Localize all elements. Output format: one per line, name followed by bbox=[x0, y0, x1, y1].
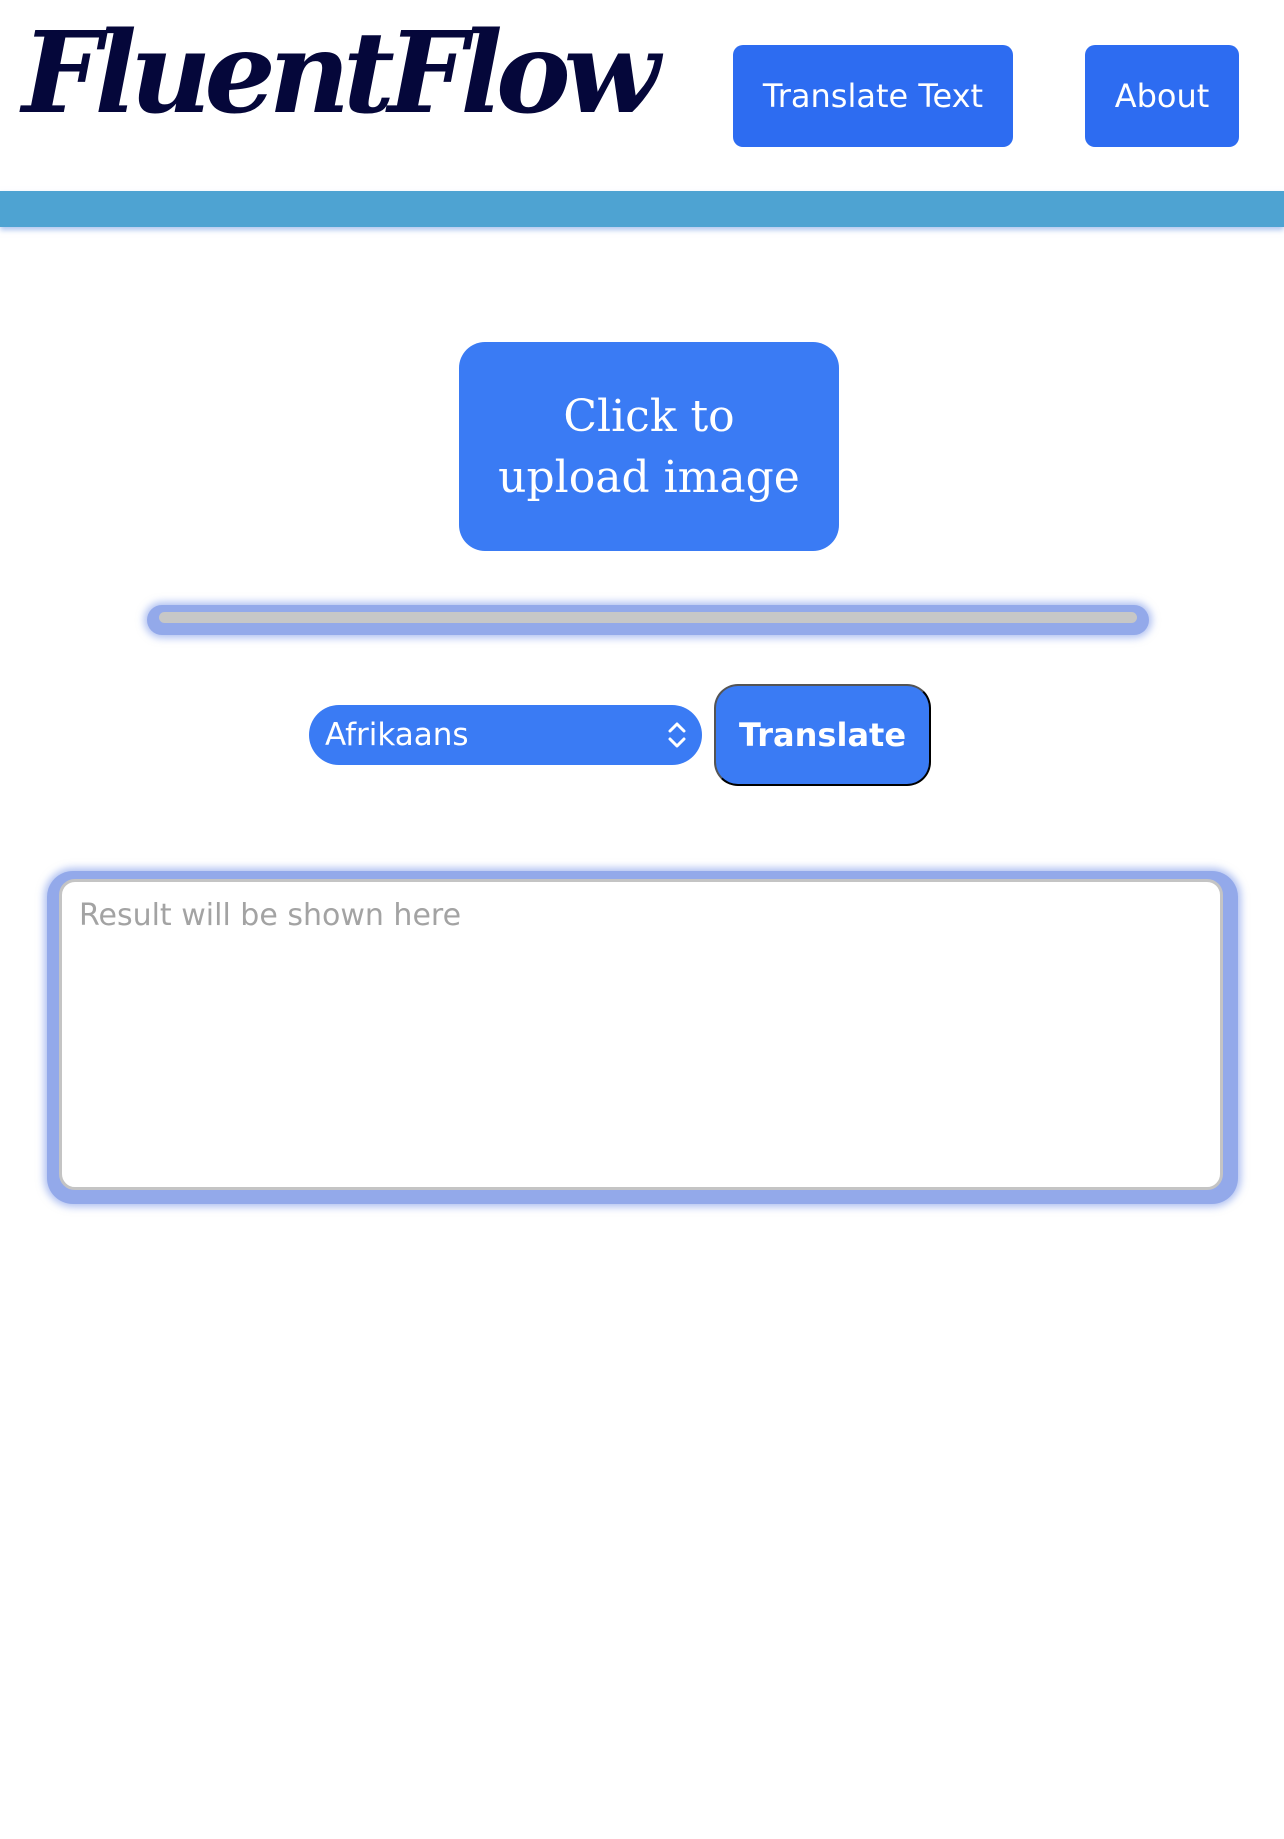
translate-text-nav-button[interactable]: Translate Text bbox=[733, 45, 1013, 147]
upload-image-button[interactable]: Click to upload image bbox=[459, 342, 839, 551]
header-divider-band bbox=[0, 191, 1284, 227]
result-panel bbox=[47, 871, 1238, 1204]
translate-button[interactable]: Translate bbox=[714, 684, 931, 786]
result-textarea[interactable] bbox=[59, 879, 1223, 1190]
header: FluentFlow Translate Text About bbox=[0, 0, 1284, 191]
about-nav-button[interactable]: About bbox=[1085, 45, 1239, 147]
language-select-value: Afrikaans bbox=[325, 717, 469, 753]
upload-image-label: Click to upload image bbox=[498, 390, 800, 503]
progress-bar bbox=[147, 605, 1149, 635]
progress-track bbox=[159, 612, 1137, 623]
language-select[interactable]: Afrikaans bbox=[309, 705, 702, 765]
logo[interactable]: FluentFlow bbox=[22, 18, 660, 130]
chevron-up-down-icon bbox=[668, 722, 686, 748]
